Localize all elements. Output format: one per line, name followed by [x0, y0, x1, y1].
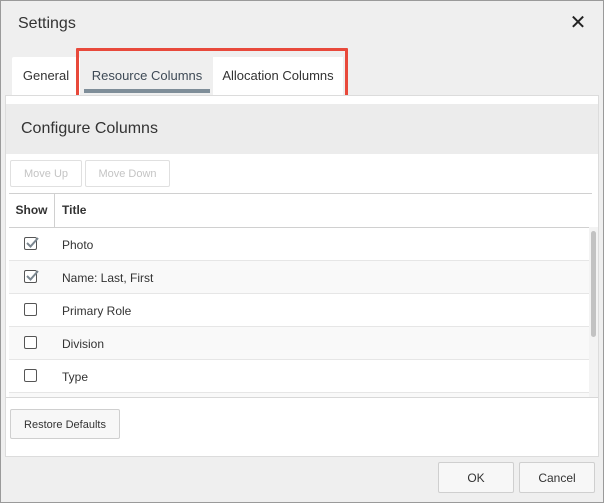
section-title: Configure Columns: [21, 120, 158, 137]
row-title: Division: [62, 337, 105, 351]
restore-defaults-button[interactable]: Restore Defaults: [10, 409, 120, 439]
show-checkbox[interactable]: [24, 303, 37, 316]
move-down-button[interactable]: Move Down: [85, 160, 170, 187]
grid-header: Show Title: [9, 194, 592, 228]
cancel-button[interactable]: Cancel: [519, 462, 595, 493]
dialog-header: Settings ✕: [1, 1, 603, 47]
table-row[interactable]: Photo: [9, 228, 589, 261]
dialog-footer: OK Cancel: [1, 457, 603, 502]
row-title: Photo: [62, 238, 94, 252]
tab-general[interactable]: General: [12, 57, 80, 95]
grid-toolbar: Move Up Move Down: [6, 154, 598, 192]
show-checkbox[interactable]: [24, 336, 37, 349]
tab-allocation-columns[interactable]: Allocation Columns: [213, 57, 343, 95]
row-title: Primary Role: [62, 304, 132, 318]
tab-bar: General Resource Columns Allocation Colu…: [1, 47, 603, 95]
column-header-title[interactable]: Title: [62, 194, 86, 227]
show-checkbox[interactable]: [24, 270, 39, 283]
table-row[interactable]: Type: [9, 360, 589, 393]
table-row[interactable]: Name: Last, First: [9, 261, 589, 294]
panel-footer: Restore Defaults: [6, 397, 598, 458]
table-row[interactable]: Primary Role: [9, 294, 589, 327]
ok-button[interactable]: OK: [438, 462, 514, 493]
columns-grid: Show Title Photo Name: Last, First Prima…: [9, 193, 592, 398]
active-tab-indicator: [84, 89, 210, 93]
row-title: Type: [62, 370, 89, 384]
move-up-button[interactable]: Move Up: [10, 160, 82, 187]
tab-resource-columns[interactable]: Resource Columns: [81, 57, 213, 95]
section-header: Configure Columns: [6, 104, 598, 154]
grid-scrollbar[interactable]: [589, 227, 598, 397]
settings-dialog: Settings ✕ General Resource Columns Allo…: [0, 0, 604, 503]
dialog-title: Settings: [18, 15, 76, 32]
show-checkbox[interactable]: [24, 237, 39, 250]
checkmark-icon: [26, 237, 39, 248]
column-header-show[interactable]: Show: [9, 194, 55, 227]
show-checkbox[interactable]: [24, 369, 37, 382]
checkmark-icon: [26, 270, 39, 281]
close-icon[interactable]: ✕: [569, 13, 587, 33]
configure-columns-panel: Configure Columns Move Up Move Down Show…: [5, 95, 599, 457]
row-title: Name: Last, First: [62, 271, 154, 285]
table-row[interactable]: Division: [9, 327, 589, 360]
scrollbar-thumb[interactable]: [591, 231, 596, 337]
tab-resource-columns-label: Resource Columns: [91, 68, 203, 83]
